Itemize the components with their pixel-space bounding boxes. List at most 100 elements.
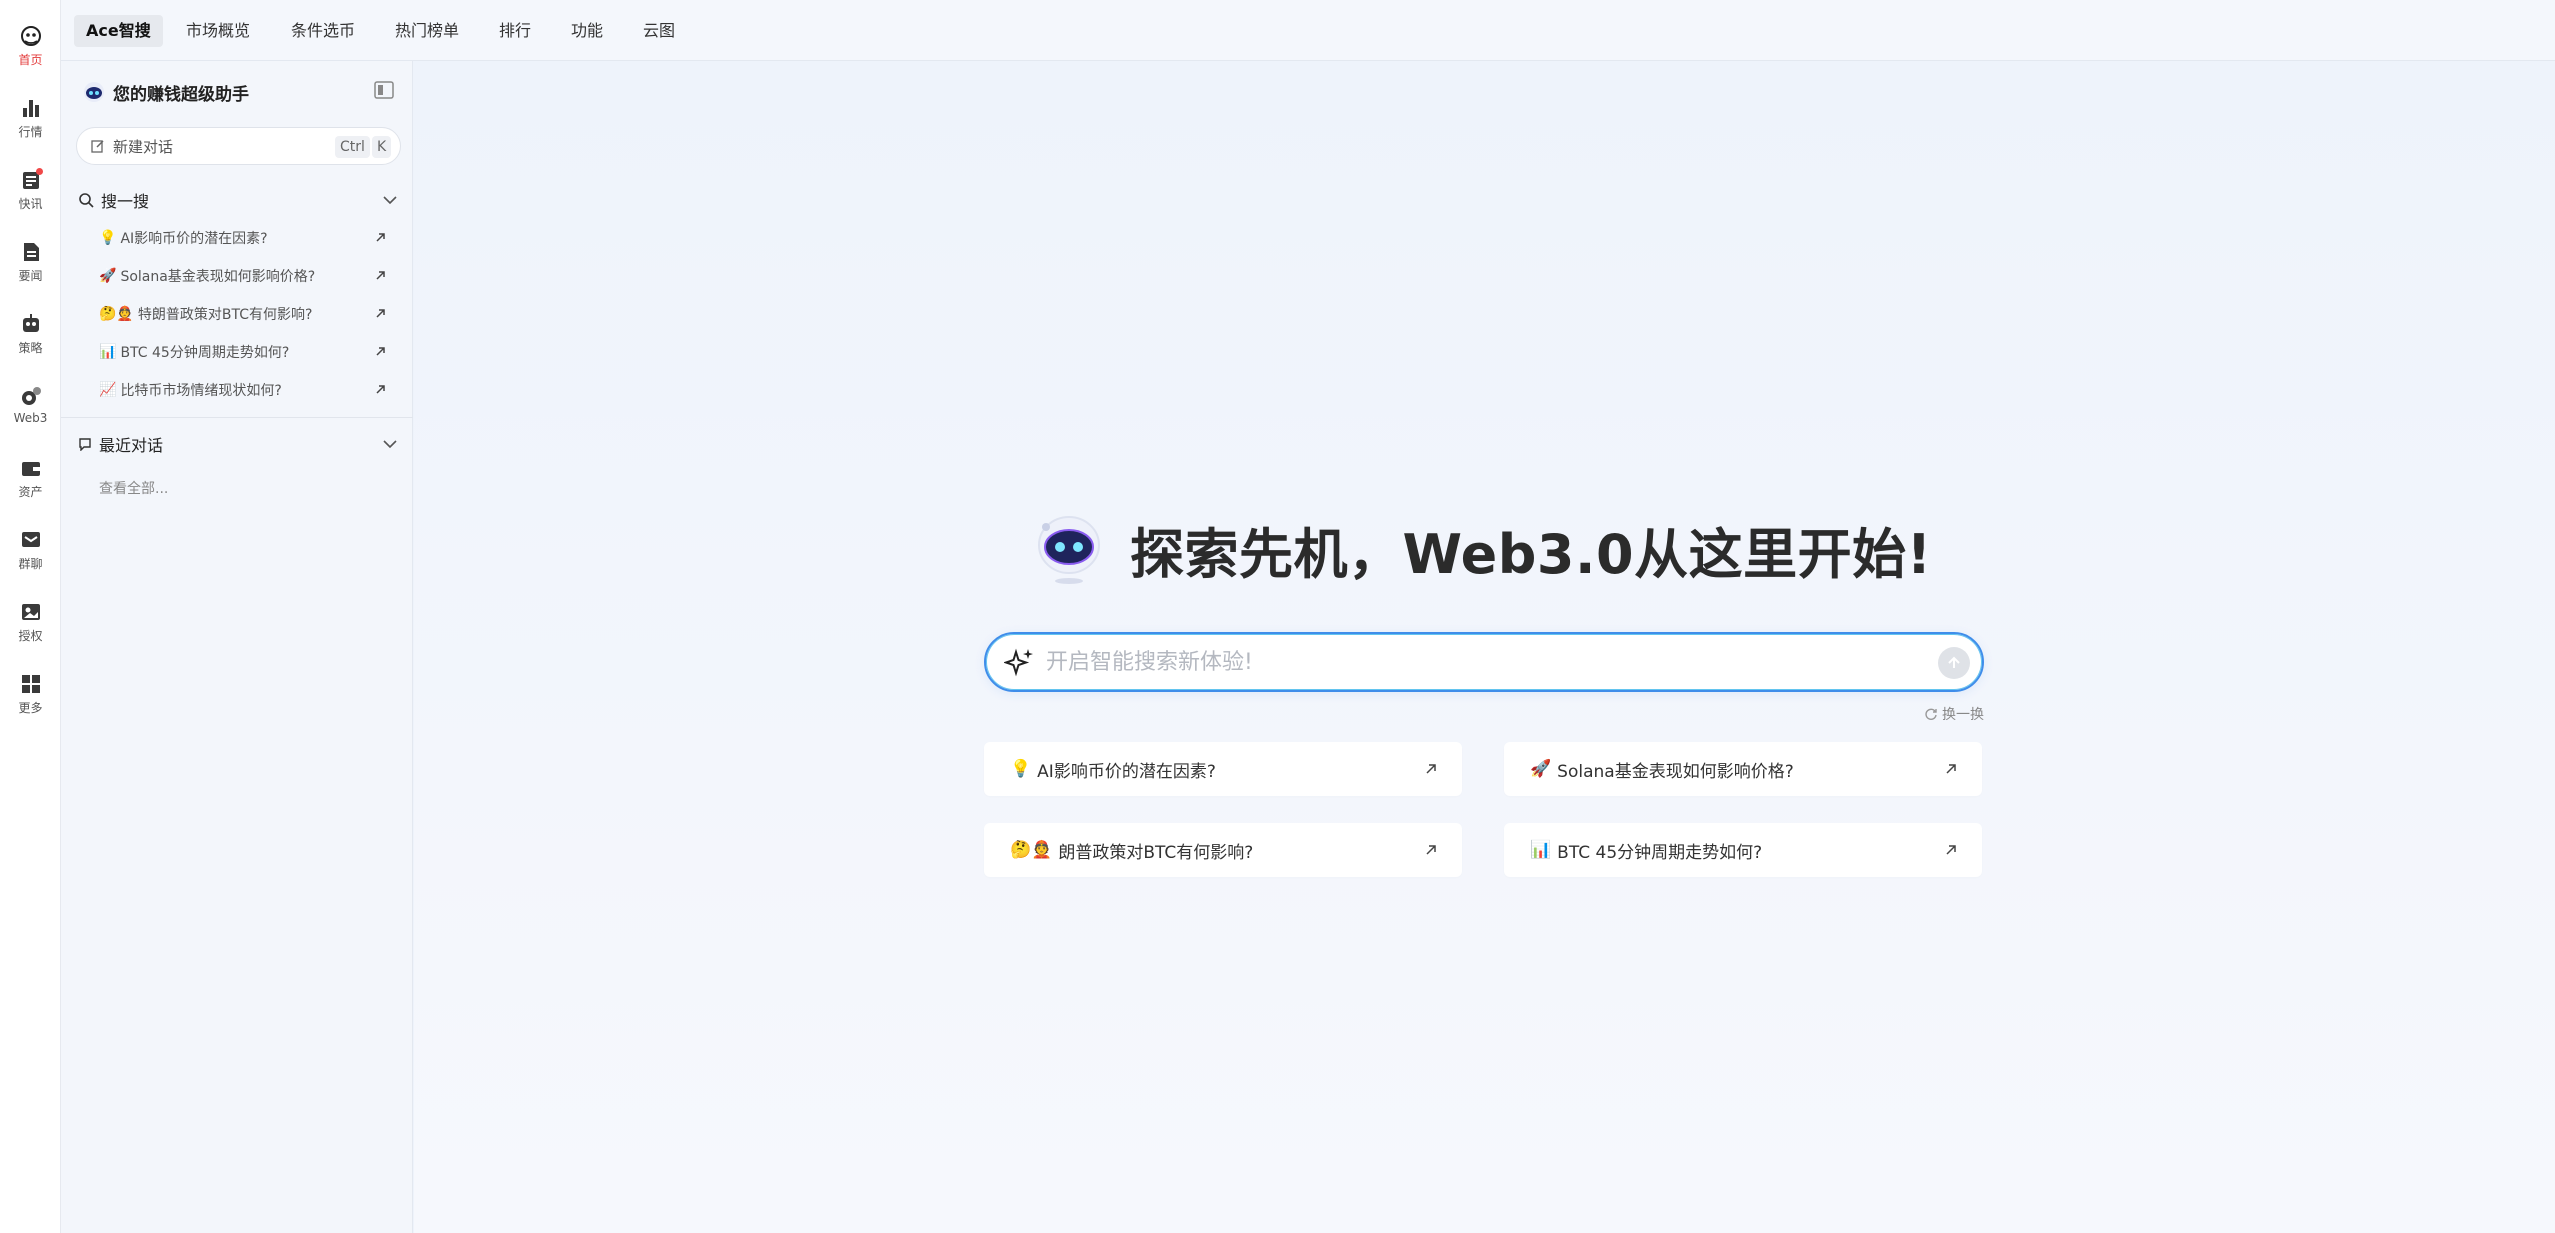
suggestion-card[interactable]: 💡 AI影响币价的潜在因素? — [984, 742, 1462, 796]
thinking-face-icon: 🤔👲 — [99, 306, 134, 322]
tab-market-overview[interactable]: 市场概览 — [174, 15, 262, 47]
suggestion-card[interactable]: 🚀 Solana基金表现如何影响价格? — [1504, 742, 1982, 796]
suggestion-text: BTC 45分钟周期走势如何? — [1557, 842, 1763, 863]
lightbulb-icon: 💡 — [99, 230, 117, 246]
rail-item-assets[interactable]: 资产 — [0, 457, 61, 517]
chevron-down-icon — [383, 196, 397, 205]
recent-chats-label: 最近对话 — [99, 436, 164, 455]
rail-label: 更多 — [18, 701, 43, 715]
rail-item-web3[interactable]: Web3 — [0, 385, 61, 445]
arrow-up-right-icon — [1426, 845, 1436, 855]
search-section-header[interactable]: 搜一搜 — [61, 185, 413, 215]
grid-more-icon — [21, 675, 40, 693]
sidebar-title: 您的赚钱超级助手 — [113, 84, 249, 105]
rail-label: Web3 — [13, 411, 48, 425]
bar-chart-icon — [22, 100, 39, 117]
ai-search-box[interactable] — [984, 632, 1984, 692]
view-all-link[interactable]: 查看全部... — [99, 478, 168, 498]
top-nav: Ace智搜 市场概览 条件选币 热门榜单 排行 功能 云图 — [61, 0, 2555, 61]
rail-label: 策略 — [18, 341, 43, 355]
home-ai-icon — [20, 26, 41, 46]
new-chat-label: 新建对话 — [113, 137, 174, 156]
authorize-icon — [21, 604, 40, 620]
robot-mascot-icon — [1038, 516, 1100, 584]
chevron-down-icon — [383, 440, 397, 449]
arrow-up-right-icon — [376, 347, 385, 356]
arrow-up-right-icon — [1946, 764, 1956, 774]
wallet-icon — [21, 462, 40, 476]
sidebar-divider — [61, 417, 413, 418]
main-content: 探索先机，Web3.0从这里开始! 换一换 💡 AI影响币价的潜在因素? 🚀 S… — [414, 61, 2555, 1233]
rail-label: 行情 — [18, 125, 43, 139]
rocket-icon: 🚀 — [99, 268, 117, 284]
recent-chats-section-header[interactable]: 最近对话 — [61, 429, 413, 459]
sparkle-icon — [1004, 648, 1033, 677]
rail-label: 授权 — [18, 629, 43, 643]
lightbulb-icon: 💡 — [1010, 759, 1032, 779]
rail-item-home[interactable]: 首页 — [0, 25, 61, 85]
refresh-suggestions-button[interactable]: 换一换 — [1924, 704, 1984, 724]
question-text: Solana基金表现如何影响价格? — [120, 269, 316, 285]
robot-icon — [22, 314, 39, 332]
collapse-sidebar-icon[interactable] — [374, 81, 394, 99]
rail-label: 群聊 — [18, 557, 43, 571]
left-icon-rail: 首页 行情 快讯 要闻 策略 Web3 资产 群聊 授权 更多 — [0, 0, 61, 1233]
rail-item-strategy[interactable]: 策略 — [0, 313, 61, 373]
hero: 探索先机，Web3.0从这里开始! — [1034, 509, 1932, 589]
document-icon — [23, 243, 39, 261]
rail-item-market[interactable]: 行情 — [0, 97, 61, 157]
sidebar-question-item[interactable]: 💡 AI影响币价的潜在因素? — [99, 223, 399, 253]
refresh-label: 换一换 — [1942, 707, 1984, 723]
bar-chart-emoji-icon: 📊 — [99, 344, 117, 360]
new-chat-button[interactable]: 新建对话 Ctrl K — [76, 127, 401, 165]
rail-item-authorize[interactable]: 授权 — [0, 601, 61, 661]
bar-chart-emoji-icon: 📊 — [1530, 840, 1552, 860]
sidebar-question-item[interactable]: 🚀 Solana基金表现如何影响价格? — [99, 261, 399, 291]
tab-ranking[interactable]: 排行 — [487, 15, 543, 47]
trend-chart-icon: 📈 — [99, 382, 117, 398]
assistant-sidebar: 您的赚钱超级助手 新建对话 Ctrl K 搜一搜 💡 AI影响币价的潜在因素? … — [61, 61, 413, 1233]
search-input[interactable] — [1046, 649, 1906, 675]
group-chat-icon — [21, 532, 40, 547]
shortcut-key-k: K — [372, 136, 392, 158]
arrow-up-right-icon — [376, 271, 385, 280]
rail-label: 首页 — [18, 53, 43, 67]
tab-cloud-map[interactable]: 云图 — [631, 15, 687, 47]
tab-hot-lists[interactable]: 热门榜单 — [383, 15, 471, 47]
hero-title: 探索先机，Web3.0从这里开始! — [1130, 522, 1932, 586]
sidebar-question-item[interactable]: 📈 比特币市场情绪现状如何? — [99, 375, 399, 405]
suggestion-text: Solana基金表现如何影响价格? — [1557, 761, 1794, 782]
sidebar-question-item[interactable]: 📊 BTC 45分钟周期走势如何? — [99, 337, 399, 367]
question-text: BTC 45分钟周期走势如何? — [120, 345, 290, 361]
refresh-icon — [1925, 708, 1937, 720]
thinking-face-icon: 🤔👲 — [1010, 840, 1053, 860]
question-text: 比特币市场情绪现状如何? — [120, 383, 282, 399]
suggestion-text: 朗普政策对BTC有何影响? — [1058, 842, 1254, 863]
search-section-label: 搜一搜 — [101, 192, 150, 211]
suggestion-text: AI影响币价的潜在因素? — [1037, 761, 1216, 782]
web3-icon — [21, 387, 41, 405]
notification-badge — [36, 168, 43, 175]
search-icon — [79, 193, 94, 208]
sidebar-question-item[interactable]: 🤔👲 特朗普政策对BTC有何影响? — [99, 299, 399, 329]
rail-item-more[interactable]: 更多 — [0, 673, 61, 733]
rail-item-group-chat[interactable]: 群聊 — [0, 529, 61, 589]
suggestion-card[interactable]: 📊 BTC 45分钟周期走势如何? — [1504, 823, 1982, 877]
rail-label: 快讯 — [18, 197, 43, 211]
rail-item-headlines[interactable]: 要闻 — [0, 241, 61, 301]
suggestion-card[interactable]: 🤔👲 朗普政策对BTC有何影响? — [984, 823, 1462, 877]
question-text: 特朗普政策对BTC有何影响? — [137, 307, 313, 323]
tab-coin-filter[interactable]: 条件选币 — [279, 15, 367, 47]
rail-label: 要闻 — [18, 269, 43, 283]
tab-features[interactable]: 功能 — [559, 15, 615, 47]
shortcut-key-ctrl: Ctrl — [335, 136, 370, 158]
tab-ace-search[interactable]: Ace智搜 — [74, 15, 163, 47]
question-text: AI影响币价的潜在因素? — [120, 231, 268, 247]
edit-icon — [91, 140, 104, 153]
send-button[interactable] — [1938, 647, 1970, 679]
arrow-up-right-icon — [376, 233, 385, 242]
arrow-up-icon — [1948, 656, 1960, 668]
rail-item-flash[interactable]: 快讯 — [0, 168, 61, 229]
rail-label: 资产 — [18, 485, 43, 499]
arrow-up-right-icon — [376, 385, 385, 394]
